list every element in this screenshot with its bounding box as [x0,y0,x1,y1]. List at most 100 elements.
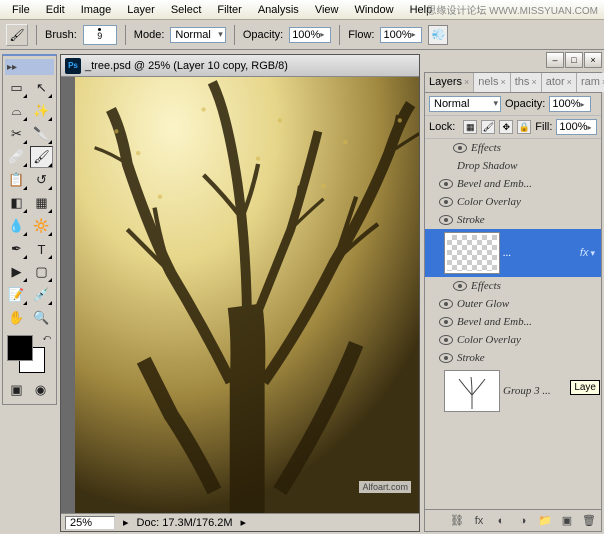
lock-icons: ▦ 🖌 ✥ 🔒 [463,120,531,134]
artist-credit: Alfoart.com [359,481,411,493]
effect-item[interactable]: Color Overlay [425,331,601,349]
divider [36,25,37,45]
quickmask-icon[interactable]: ◉ [29,379,52,401]
delete-layer-icon[interactable]: 🗑 [581,514,597,528]
new-group-icon[interactable]: 📁 [537,514,553,528]
brush-tool-icon[interactable]: 🖌 [30,146,53,168]
menu-bar: File Edit Image Layer Select Filter Anal… [0,0,604,20]
effect-item[interactable]: Color Overlay [425,193,601,211]
toolbox-grip[interactable]: ▸▸ [5,59,54,75]
layer-thumbnail[interactable] [445,371,499,411]
path-select-icon[interactable]: ▶ [5,261,28,283]
stamp-tool-icon[interactable]: 📋 [5,169,28,191]
effect-item[interactable]: Stroke [425,211,601,229]
menu-filter[interactable]: Filter [209,2,249,18]
crop-tool-icon[interactable]: ✂ [5,123,28,145]
tab-channels[interactable]: nels [474,73,510,92]
fill-input[interactable]: 100%▸ [556,119,597,135]
layer-mask-icon[interactable]: ◐ [493,514,509,528]
lock-all-icon[interactable]: 🔒 [517,120,531,134]
eye-icon[interactable] [439,333,453,347]
eye-icon[interactable] [439,177,453,191]
swap-colors-icon[interactable]: ⤺ [42,333,51,343]
link-layers-icon[interactable]: ⛓ [449,514,465,528]
eye-icon[interactable] [453,141,467,155]
eye-icon[interactable] [439,315,453,329]
eyedropper-icon[interactable]: 💉 [30,284,53,306]
history-brush-icon[interactable]: ↺ [30,169,53,191]
zoom-tool-icon[interactable]: 🔍 [30,307,53,329]
fg-color-swatch[interactable] [7,335,33,361]
new-layer-icon[interactable]: ▣ [559,514,575,528]
effect-item[interactable]: Bevel and Emb... [425,175,601,193]
menu-file[interactable]: File [4,2,38,18]
tab-navigator[interactable]: ator [542,73,577,92]
effect-item[interactable]: Stroke [425,349,601,367]
blur-tool-icon[interactable]: 💧 [5,215,28,237]
blend-mode-select[interactable]: Normal [429,96,501,112]
document-titlebar[interactable]: Ps _tree.psd @ 25% (Layer 10 copy, RGB/8… [61,55,419,77]
menu-view[interactable]: View [307,2,347,18]
move-tool-icon[interactable]: ↖ [30,77,53,99]
tooltip: Laye [570,380,600,395]
effect-item[interactable]: Drop Shadow [425,157,601,175]
fx-badge[interactable]: fx▾ [580,247,595,259]
menu-window[interactable]: Window [346,2,401,18]
layer-opacity-input[interactable]: 100%▸ [549,96,591,112]
standard-mode-icon[interactable]: ▣ [5,379,28,401]
maximize-button[interactable]: □ [565,52,583,68]
effects-heading[interactable]: Effects [425,277,601,295]
zoom-arrow-icon[interactable]: ▸ [123,516,129,529]
tab-histogram[interactable]: ram [577,73,604,92]
tool-preset-icon[interactable]: 🖌 [6,24,28,46]
layer-row-selected[interactable]: ... fx▾ [425,229,601,277]
brush-picker[interactable]: 9 [83,25,117,45]
mode-select[interactable]: Normal [170,27,225,43]
color-swatches[interactable]: ⤺ [5,333,51,377]
eye-icon[interactable] [439,351,453,365]
effects-heading[interactable]: Effects [425,139,601,157]
canvas-wrap: Alfoart.com [61,77,419,513]
close-button[interactable]: × [584,52,602,68]
wand-tool-icon[interactable]: ✨ [30,100,53,122]
flow-input[interactable]: 100%▸ [380,27,422,43]
minimize-button[interactable]: – [546,52,564,68]
marquee-tool-icon[interactable]: ▭ [5,77,28,99]
shape-tool-icon[interactable]: ▢ [30,261,53,283]
pen-tool-icon[interactable]: ✒ [5,238,28,260]
effect-item[interactable]: Outer Glow [425,295,601,313]
type-tool-icon[interactable]: T [30,238,53,260]
eye-icon[interactable] [439,195,453,209]
docinfo-arrow-icon[interactable]: ▸ [241,516,247,529]
lock-move-icon[interactable]: ✥ [499,120,513,134]
adjustment-layer-icon[interactable]: ◑ [515,514,531,528]
canvas[interactable]: Alfoart.com [75,77,419,513]
menu-edit[interactable]: Edit [38,2,73,18]
lock-pixels-icon[interactable]: ▦ [463,120,477,134]
eye-icon[interactable] [453,279,467,293]
heal-tool-icon[interactable]: 🩹 [5,146,28,168]
hand-tool-icon[interactable]: ✋ [5,307,28,329]
gradient-tool-icon[interactable]: ▦ [30,192,53,214]
opacity-input[interactable]: 100%▸ [289,27,331,43]
airbrush-toggle[interactable]: 💨 [428,25,448,45]
dodge-tool-icon[interactable]: 🔆 [30,215,53,237]
lasso-tool-icon[interactable]: ⌓ [5,100,28,122]
slice-tool-icon[interactable]: 🔪 [30,123,53,145]
eraser-tool-icon[interactable]: ◧ [5,192,28,214]
eye-icon[interactable] [439,297,453,311]
lock-paint-icon[interactable]: 🖌 [481,120,495,134]
menu-analysis[interactable]: Analysis [250,2,307,18]
notes-tool-icon[interactable]: 📝 [5,284,28,306]
menu-image[interactable]: Image [73,2,120,18]
menu-layer[interactable]: Layer [119,2,163,18]
zoom-input[interactable]: 25% [65,516,115,530]
menu-select[interactable]: Select [163,2,210,18]
layer-thumbnail[interactable] [445,233,499,273]
brush-label: Brush: [45,29,77,41]
tab-paths[interactable]: ths [511,73,542,92]
tab-layers[interactable]: Layers [425,73,474,92]
effect-item[interactable]: Bevel and Emb... [425,313,601,331]
eye-icon[interactable] [439,213,453,227]
layer-style-icon[interactable]: fx [471,514,487,528]
